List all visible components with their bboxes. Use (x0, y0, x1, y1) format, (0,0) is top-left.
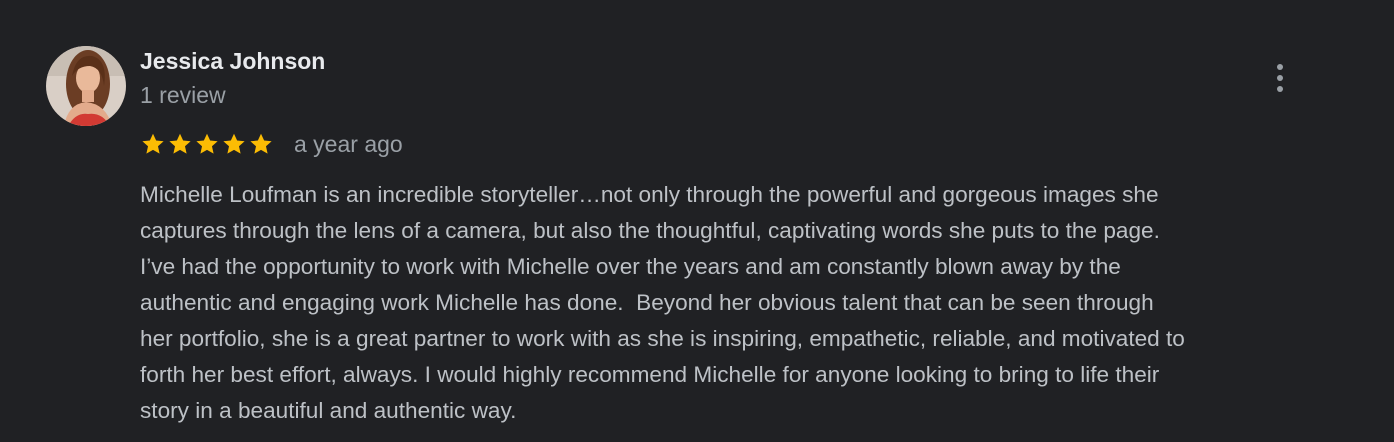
star-rating (140, 130, 274, 158)
star-icon (196, 133, 218, 154)
more-vert-icon-dot (1277, 75, 1283, 81)
review-text-line: captures through the lens of a camera, b… (140, 218, 1160, 243)
review-count[interactable]: 1 review (140, 81, 226, 109)
star-icon (250, 133, 272, 154)
review-time: a year ago (294, 131, 403, 157)
review-text-line: her portfolio, she is a great partner to… (140, 326, 1185, 351)
avatar[interactable] (46, 46, 126, 126)
review-text-line: forth her best effort, always. I would h… (140, 362, 1160, 387)
review-text-line: I’ve had the opportunity to work with Mi… (140, 254, 1121, 279)
star-icon (169, 133, 191, 154)
review-text-line: authentic and engaging work Michelle has… (140, 290, 1154, 315)
more-options-button[interactable] (1262, 58, 1298, 98)
more-vert-icon (1277, 64, 1283, 70)
star-icon (142, 133, 164, 154)
star-icon (223, 133, 245, 154)
review-text-line: story in a beautiful and authentic way. (140, 398, 517, 423)
review-text: Michelle Loufman is an incredible storyt… (140, 177, 1370, 429)
author-name[interactable]: Jessica Johnson (140, 47, 325, 75)
review-text-line: Michelle Loufman is an incredible storyt… (140, 182, 1159, 207)
avatar-photo (46, 46, 126, 126)
more-vert-icon-dot (1277, 86, 1283, 92)
review-card: Jessica Johnson 1 review a year ago Mich… (0, 0, 1394, 442)
